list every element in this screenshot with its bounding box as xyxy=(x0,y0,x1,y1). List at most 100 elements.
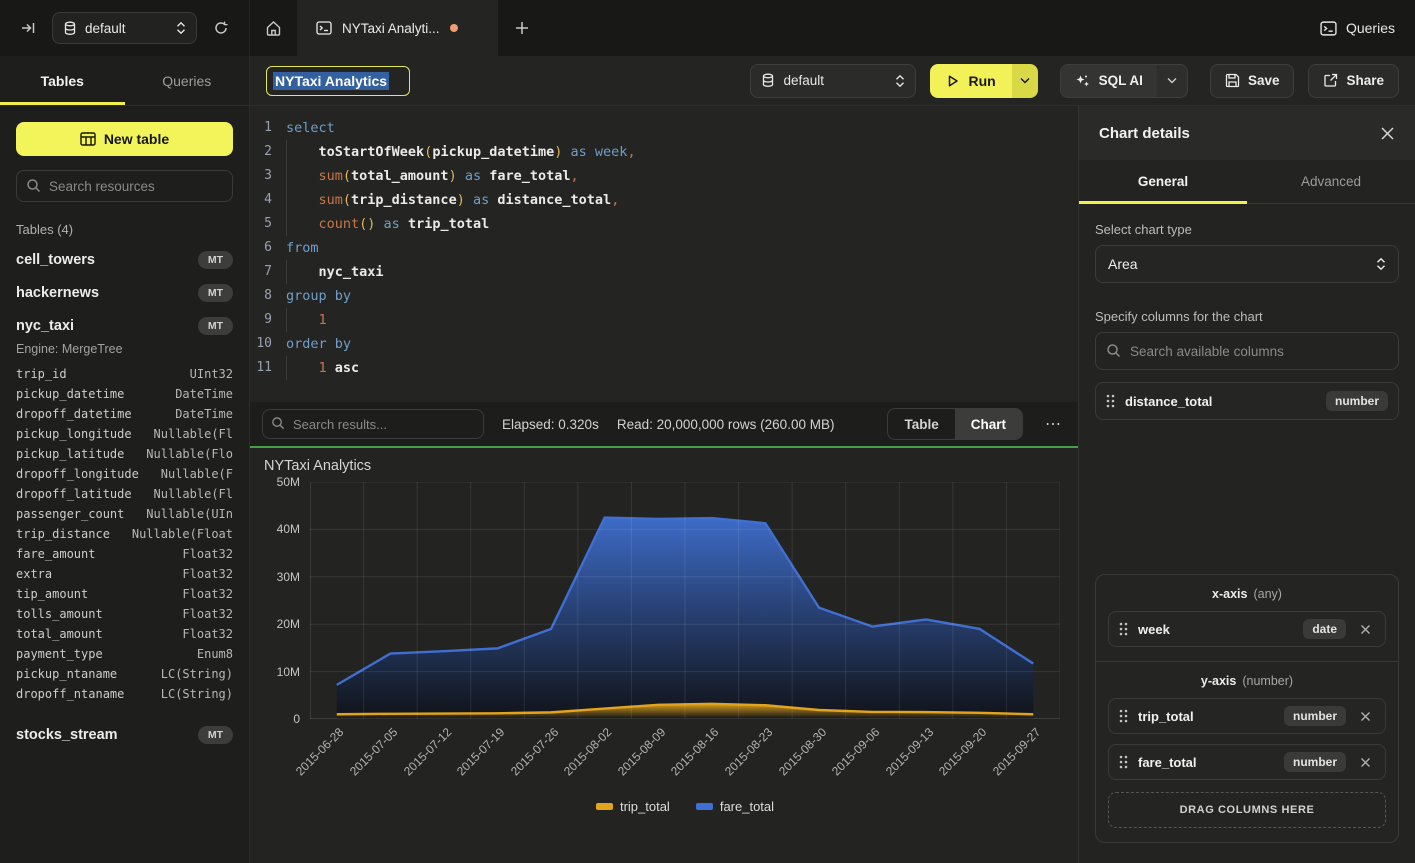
drag-handle-icon xyxy=(1106,394,1115,408)
table-row-hackernews[interactable]: hackernews MT xyxy=(16,276,233,309)
schema-column-row: pickup_ntanameLC(String) xyxy=(16,664,233,684)
x-axis-label: 2015-06-28 xyxy=(293,725,346,778)
legend-item-fare-total[interactable]: fare_total xyxy=(696,799,774,814)
y-axis-ticks: 010M20M30M40M50M xyxy=(264,482,310,719)
code-line: 1select xyxy=(250,116,1078,140)
sql-editor[interactable]: 1select2toStartOfWeek(pickup_datetime) a… xyxy=(250,106,1078,402)
more-options-button[interactable]: ⋯ xyxy=(1041,414,1066,434)
home-button[interactable] xyxy=(250,0,298,56)
sidebar: Tables Queries New table Tables (4) cell… xyxy=(0,56,250,863)
column-name: week xyxy=(1138,622,1293,637)
sql-ai-options-button[interactable] xyxy=(1157,65,1187,97)
engine-badge: MT xyxy=(198,251,233,269)
x-axis-label: 2015-07-19 xyxy=(454,725,507,778)
top-bar-right: Queries xyxy=(1300,0,1415,56)
view-toggle-table[interactable]: Table xyxy=(888,409,954,439)
run-button[interactable]: Run xyxy=(930,64,1011,98)
drag-columns-drop-zone[interactable]: DRAG COLUMNS HERE xyxy=(1108,792,1386,828)
x-axis-column-week[interactable]: week date xyxy=(1108,611,1386,647)
tab-strip: NYTaxi Analyti... xyxy=(250,0,1300,56)
table-row-cell-towers[interactable]: cell_towers MT xyxy=(16,243,233,276)
x-axis-label: 2015-08-23 xyxy=(722,725,775,778)
run-options-button[interactable] xyxy=(1012,64,1038,98)
results-search-input[interactable] xyxy=(262,409,484,439)
table-row-stocks-stream[interactable]: stocks_stream MT xyxy=(16,718,233,751)
y-axis-header: y-axis (number) xyxy=(1108,674,1386,688)
chart-type-label: Select chart type xyxy=(1095,222,1399,237)
code-line: 111 asc xyxy=(250,356,1078,380)
chart-type-select[interactable]: Area xyxy=(1095,245,1399,283)
column-type-badge: number xyxy=(1284,752,1346,772)
x-axis-constraint: (any) xyxy=(1253,587,1281,601)
database-icon xyxy=(63,21,77,36)
table-row-nyc-taxi[interactable]: nyc_taxi MT xyxy=(16,309,233,342)
axis-configuration: x-axis (any) week date xyxy=(1095,574,1399,843)
save-button-label: Save xyxy=(1248,73,1280,88)
close-icon[interactable] xyxy=(1380,126,1395,141)
sidebar-tab-queries[interactable]: Queries xyxy=(125,56,250,105)
database-selector[interactable]: default xyxy=(52,12,197,44)
y-axis-column-trip-total[interactable]: trip_total number xyxy=(1108,698,1386,734)
schema-column-row: passenger_countNullable(UIn xyxy=(16,504,233,524)
panel-tab-general[interactable]: General xyxy=(1079,160,1247,203)
y-axis-tick: 50M xyxy=(277,475,300,489)
queries-button[interactable]: Queries xyxy=(1320,20,1395,36)
updown-chevron-icon xyxy=(1376,257,1386,271)
refresh-button[interactable] xyxy=(207,14,235,42)
table-name: cell_towers xyxy=(16,252,95,268)
results-toolbar: Elapsed: 0.320s Read: 20,000,000 rows (2… xyxy=(250,402,1078,446)
legend-label: fare_total xyxy=(720,799,774,814)
available-column-distance-total[interactable]: distance_total number xyxy=(1095,382,1399,420)
share-button[interactable]: Share xyxy=(1308,64,1399,98)
remove-column-icon[interactable] xyxy=(1356,757,1375,768)
panel-title: Chart details xyxy=(1099,125,1190,142)
x-axis-labels: 2015-06-282015-07-052015-07-122015-07-19… xyxy=(310,719,1060,797)
x-axis-header: x-axis (any) xyxy=(1108,587,1386,601)
panel-body: Select chart type Area Specify columns f… xyxy=(1079,204,1415,863)
x-axis-label: 2015-09-06 xyxy=(829,725,882,778)
new-table-button[interactable]: New table xyxy=(16,122,233,156)
code-line: 91 xyxy=(250,308,1078,332)
engine-label: Engine: MergeTree xyxy=(16,342,233,356)
sidebar-tab-tables-label: Tables xyxy=(41,73,84,89)
top-bar-left: default xyxy=(0,0,250,56)
schema-column-row: tolls_amountFloat32 xyxy=(16,604,233,624)
y-axis-column-fare-total[interactable]: fare_total number xyxy=(1108,744,1386,780)
sidebar-tab-tables[interactable]: Tables xyxy=(0,56,125,105)
remove-column-icon[interactable] xyxy=(1356,711,1375,722)
columns-search-input[interactable] xyxy=(1095,332,1399,370)
sidebar-search-input[interactable] xyxy=(16,170,233,202)
query-database-selector[interactable]: default xyxy=(750,64,916,98)
tab-nytaxi-analytics[interactable]: NYTaxi Analyti... xyxy=(298,0,498,56)
sql-ai-button[interactable]: SQL AI xyxy=(1061,65,1157,97)
collapse-sidebar-button[interactable] xyxy=(14,14,42,42)
schema-column-row: dropoff_datetimeDateTime xyxy=(16,404,233,424)
x-axis-label: 2015-07-26 xyxy=(508,725,561,778)
schema-column-row: trip_distanceNullable(Float xyxy=(16,524,233,544)
drag-handle-icon xyxy=(1119,622,1128,636)
updown-chevron-icon xyxy=(176,21,186,35)
search-icon xyxy=(271,416,285,430)
run-button-label: Run xyxy=(968,73,995,89)
legend-item-trip-total[interactable]: trip_total xyxy=(596,799,670,814)
sidebar-search xyxy=(16,170,233,202)
view-toggle-chart[interactable]: Chart xyxy=(955,409,1022,439)
panel-tab-advanced[interactable]: Advanced xyxy=(1247,160,1415,203)
play-icon xyxy=(946,74,960,88)
legend-swatch-icon xyxy=(696,803,713,810)
x-axis-label: 2015-09-13 xyxy=(883,725,936,778)
home-icon xyxy=(265,20,282,37)
run-button-group: Run xyxy=(930,64,1037,98)
engine-badge: MT xyxy=(198,317,233,335)
chevron-down-icon xyxy=(1020,77,1030,84)
chart-body: 010M20M30M40M50M xyxy=(264,482,1060,719)
x-axis-label: 2015-08-16 xyxy=(668,725,721,778)
view-toggle: Table Chart xyxy=(887,408,1023,440)
refresh-icon xyxy=(213,20,229,36)
save-button[interactable]: Save xyxy=(1210,64,1295,98)
remove-column-icon[interactable] xyxy=(1356,624,1375,635)
query-title-input[interactable]: NYTaxi Analytics xyxy=(266,66,410,96)
new-tab-button[interactable] xyxy=(498,0,546,56)
schema-column-row: dropoff_ntanameLC(String) xyxy=(16,684,233,704)
column-name: fare_total xyxy=(1138,755,1274,770)
